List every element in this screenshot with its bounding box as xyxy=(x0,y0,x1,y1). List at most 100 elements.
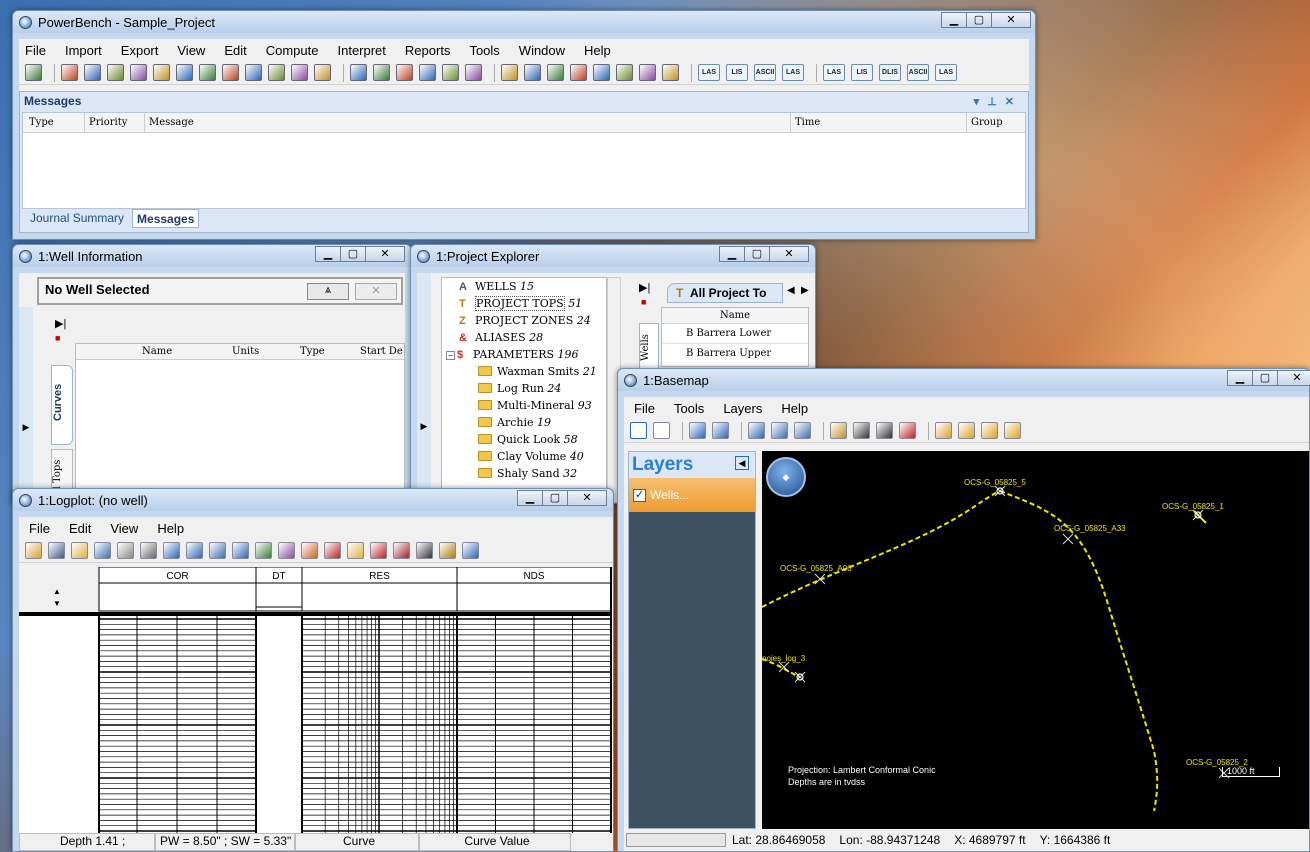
table-icon[interactable] xyxy=(350,64,367,81)
menu-file[interactable]: File xyxy=(25,43,46,58)
close-button[interactable]: ✕ xyxy=(365,246,405,262)
wells-layer-checkbox[interactable]: ✓ xyxy=(633,488,646,502)
column-header-priority[interactable]: Priority xyxy=(89,117,127,128)
tree-item-aliases[interactable]: & ALIASES 28 xyxy=(448,329,606,346)
menu-export[interactable]: Export xyxy=(121,43,159,58)
tree-item-log-run[interactable]: Log Run 24 xyxy=(448,380,606,397)
ruler-icon[interactable] xyxy=(853,422,870,439)
maximize-button[interactable]: ▢ xyxy=(966,12,992,28)
minimize-button[interactable]: ▁ xyxy=(719,246,745,262)
well-info-title-bar[interactable]: 1:Well Information ▁ ▢ ✕ xyxy=(13,245,411,267)
column-header-type[interactable]: Type xyxy=(300,346,325,357)
well-path[interactable] xyxy=(999,490,1159,812)
line-icon[interactable] xyxy=(416,542,433,559)
tree-item-clay-volume[interactable]: Clay Volume 40 xyxy=(448,448,606,465)
lis-import-icon[interactable]: LIS xyxy=(726,64,748,81)
menu-reports[interactable]: Reports xyxy=(405,43,451,58)
pan-icon[interactable] xyxy=(653,422,670,439)
menu-window[interactable]: Window xyxy=(519,43,565,58)
select-icon[interactable] xyxy=(748,422,765,439)
menu-file[interactable]: File xyxy=(634,401,655,416)
frame-icon[interactable] xyxy=(876,422,893,439)
well-label[interactable]: noies_log_3 xyxy=(762,654,806,663)
collapse-panel-icon[interactable]: ◀ xyxy=(735,456,749,470)
chart-icon[interactable] xyxy=(130,64,147,81)
tree-item-quick-look[interactable]: Quick Look 58 xyxy=(448,431,606,448)
scroll-down-icon[interactable]: ▼ xyxy=(53,599,61,608)
plus-icon[interactable] xyxy=(958,422,975,439)
chart-icon[interactable] xyxy=(222,64,239,81)
maximize-button[interactable]: ▢ xyxy=(340,246,366,262)
minus-icon[interactable] xyxy=(981,422,998,439)
layer-item-wells[interactable]: ✓ Wells... xyxy=(629,478,755,512)
column-header-type[interactable]: Type xyxy=(29,117,54,128)
grid-icon[interactable] xyxy=(462,542,479,559)
dlis-export-icon[interactable]: DLIS xyxy=(879,64,901,81)
tree-item-parameters[interactable]: − $ PARAMETERS 196 xyxy=(446,346,606,363)
well-label[interactable]: OCS-G_05825_A33 xyxy=(1054,524,1126,533)
wizard-icon[interactable] xyxy=(593,64,610,81)
cross-icon[interactable] xyxy=(465,64,482,81)
texture-icon[interactable] xyxy=(639,64,656,81)
well-label[interactable]: OCS-G_05825_A06 xyxy=(780,564,852,573)
chart-icon[interactable] xyxy=(107,64,124,81)
curve-icon[interactable] xyxy=(370,542,387,559)
maximize-button[interactable]: ▢ xyxy=(1252,370,1278,386)
crossplot-icon[interactable] xyxy=(278,542,295,559)
collapse-left-icon[interactable]: ▶ xyxy=(19,307,33,503)
zoom-icon[interactable] xyxy=(232,542,249,559)
collapse-left-icon[interactable]: ▶ xyxy=(417,273,431,503)
histogram-icon[interactable] xyxy=(84,64,101,81)
project-explorer-title-bar[interactable]: 1:Project Explorer ▁ ▢ ✕ xyxy=(411,245,815,267)
tab-next-icon[interactable]: ▶ xyxy=(801,285,809,296)
open-icon[interactable] xyxy=(25,542,42,559)
lis-export-icon[interactable]: LIS xyxy=(851,64,873,81)
menu-help[interactable]: Help xyxy=(584,43,611,58)
ascii-export-icon[interactable]: ASCII xyxy=(907,64,929,81)
save-icon[interactable] xyxy=(48,542,65,559)
ns-icon[interactable] xyxy=(442,64,459,81)
text-icon[interactable] xyxy=(439,542,456,559)
logplot-title-bar[interactable]: 1:Logplot: (no well) ▁ ▢ ✕ xyxy=(13,489,613,511)
tree-item-waxman-smits[interactable]: Waxman Smits 21 xyxy=(448,363,606,380)
main-title-bar[interactable]: PowerBench - Sample_Project ▁ ▢ ✕ xyxy=(13,11,1035,33)
nd-icon[interactable] xyxy=(419,64,436,81)
zoom-extent-icon[interactable] xyxy=(712,422,729,439)
pin-icon[interactable]: ⊥ xyxy=(987,96,1005,108)
bars-icon[interactable] xyxy=(662,64,679,81)
select-poly-icon[interactable] xyxy=(771,422,788,439)
notes-icon[interactable] xyxy=(255,542,272,559)
table-row[interactable]: B Barrera Lower xyxy=(662,324,808,344)
collapse-icon[interactable]: − xyxy=(446,351,455,360)
sws-icon[interactable] xyxy=(501,64,518,81)
graph-icon[interactable] xyxy=(314,64,331,81)
ascii-import-icon[interactable]: ASCII xyxy=(754,64,776,81)
menu-help[interactable]: Help xyxy=(157,521,184,536)
play-icon[interactable]: ▶| xyxy=(639,281,650,294)
pointer-icon[interactable] xyxy=(630,422,647,439)
play-icon[interactable]: ▶| xyxy=(55,317,66,330)
calc-icon[interactable] xyxy=(373,64,390,81)
lock-icon[interactable]: ■ xyxy=(55,333,60,343)
close-icon[interactable]: ✕ xyxy=(1005,96,1022,108)
open-icon[interactable] xyxy=(935,422,952,439)
tab-wells-side[interactable]: Wells xyxy=(639,323,659,373)
display-icon[interactable] xyxy=(25,64,42,81)
depth-icon[interactable] xyxy=(324,542,341,559)
close-button[interactable]: ✕ xyxy=(991,12,1031,28)
las-import-icon[interactable]: LAS xyxy=(782,64,804,81)
column-header-message[interactable]: Message xyxy=(149,117,194,128)
well-bottom-marker[interactable] xyxy=(1062,533,1074,545)
track-header-nds[interactable]: NDS xyxy=(523,571,544,582)
hl-icon[interactable] xyxy=(547,64,564,81)
formula-icon[interactable] xyxy=(396,64,413,81)
menu-file[interactable]: File xyxy=(29,521,50,536)
preview-icon[interactable] xyxy=(117,542,134,559)
tree-item-multi-mineral[interactable]: Multi-Mineral 93 xyxy=(448,397,606,414)
tree-item-archie[interactable]: Archie 19 xyxy=(448,414,606,431)
tree-item-wells[interactable]: A WELLS 15 xyxy=(448,278,606,295)
menu-edit[interactable]: Edit xyxy=(224,43,246,58)
graph-icon[interactable] xyxy=(291,64,308,81)
chart-icon[interactable] xyxy=(245,64,262,81)
las-export-icon[interactable]: LAS xyxy=(823,64,845,81)
